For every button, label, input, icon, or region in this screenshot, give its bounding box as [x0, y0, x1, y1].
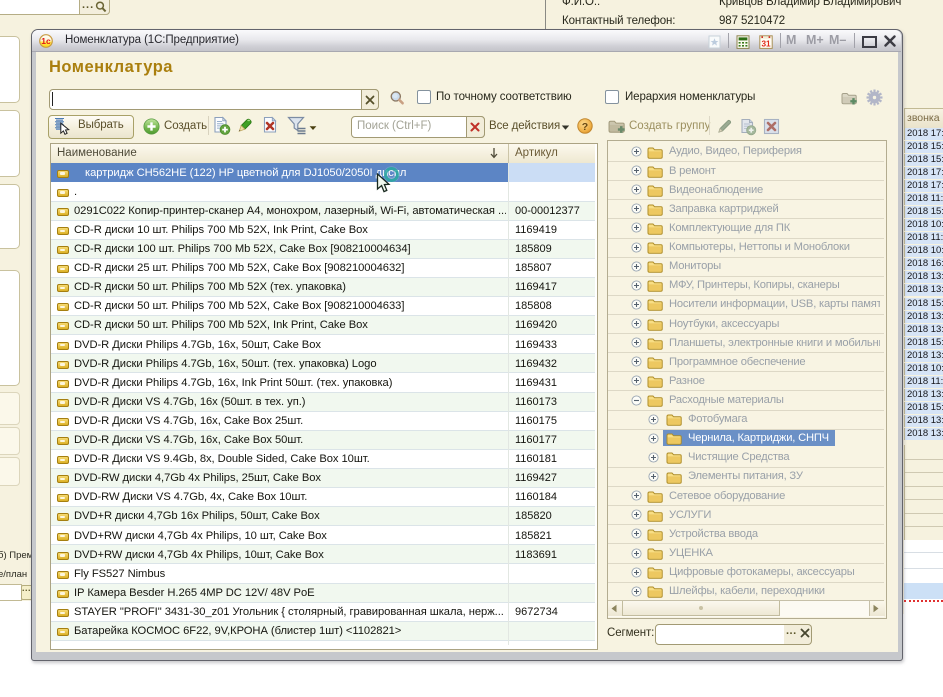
svg-text:?: ? [582, 121, 588, 133]
svg-text:31: 31 [761, 39, 771, 48]
svg-text:1с: 1с [41, 36, 51, 46]
